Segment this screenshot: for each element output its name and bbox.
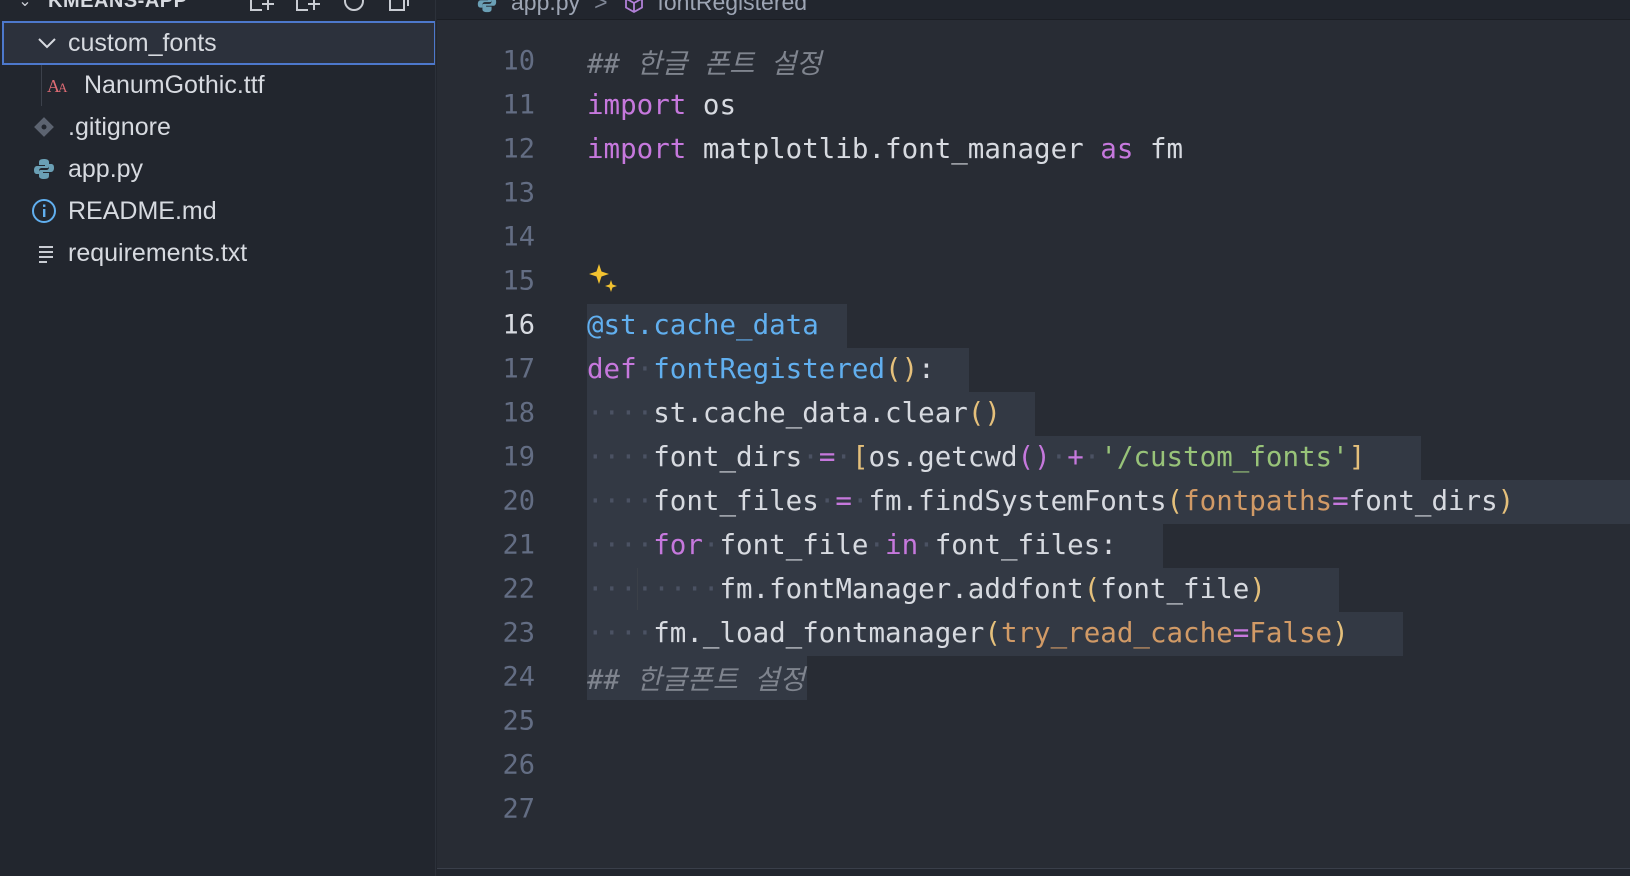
tree-item-label: README.md [68,196,217,225]
tree-item-nanumgothic[interactable]: AA NanumGothic.ttf [0,63,435,107]
code-line: 14 [437,214,1630,260]
code-line: 11 import os [437,82,1630,128]
explorer-sidebar: ⌄ KMEANS-APP custom_fonts AA NanumGothic… [0,0,436,876]
line-number: 13 [502,177,535,209]
collapse-all-icon[interactable] [386,0,414,12]
code-line: 18 ····st.cache_data.clear() [437,390,1630,436]
line-number: 15 [502,265,535,297]
line-number: 23 [502,617,535,649]
refresh-icon[interactable] [340,0,368,12]
line-number: 10 [502,45,535,77]
code-text: ····font_dirs·=·[os.getcwd()·+·'/custom_… [587,441,1366,473]
code-line: 16 @st.cache_data [437,302,1630,348]
breadcrumb: app.py > fontRegistered [437,0,1630,20]
line-number: 22 [502,573,535,605]
code-text: ········fm.fontManager.addfont(font_file… [587,573,1266,605]
code-line: 27 [437,786,1630,832]
git-icon [31,114,57,140]
breadcrumb-separator: > [594,0,608,15]
code-line: 17 def·fontRegistered(): [437,346,1630,392]
code-line: 26 [437,742,1630,788]
tree-item-label: app.py [68,154,144,183]
tree-item-label: .gitignore [68,112,171,141]
sparkle-icon[interactable] [587,262,619,294]
line-number: 27 [502,793,535,825]
tree-item-custom-fonts[interactable]: custom_fonts [2,21,435,65]
line-number: 25 [502,705,535,737]
code-text: import os [587,89,737,121]
code-line: 12 import matplotlib.font_manager as fm [437,126,1630,172]
tree-item-app-py[interactable]: app.py [0,147,435,191]
code-line: 15 [437,258,1630,304]
code-text: ····fm._load_fontmanager(try_read_cache=… [587,617,1349,649]
code-text: import matplotlib.font_manager as fm [587,133,1184,165]
explorer-actions [248,0,414,12]
new-file-icon[interactable] [248,0,276,12]
chevron-down-icon[interactable]: ⌄ [14,0,36,12]
line-number: 12 [502,133,535,165]
breadcrumb-file[interactable]: app.py [511,0,580,16]
python-icon [31,156,57,182]
tree-item-requirements[interactable]: requirements.txt [0,231,435,275]
code-line: 24 ## 한글폰트 설정 [437,654,1630,700]
line-number: 19 [502,441,535,473]
line-number: 20 [502,485,535,517]
code-text: ····for·font_file·in·font_files: [587,529,1117,561]
tree-item-gitignore[interactable]: .gitignore [0,105,435,149]
explorer-project-title[interactable]: KMEANS-APP [48,0,187,13]
breadcrumb-symbol[interactable]: fontRegistered [658,0,808,16]
code-text: ····font_files·=·fm.findSystemFonts(font… [587,485,1515,517]
chevron-down-icon[interactable] [34,30,60,56]
code-line: 10 ## 한글 폰트 설정 [437,38,1630,84]
tree-item-label: custom_fonts [68,28,217,57]
line-number: 14 [502,221,535,253]
indent-guide [637,568,638,610]
info-icon [31,198,57,224]
python-icon [475,0,499,14]
code-text: ····st.cache_data.clear() [587,397,1001,429]
code-line: 25 [437,698,1630,744]
code-line: 22 ········fm.fontManager.addfont(font_f… [437,566,1630,612]
code-text: def·fontRegistered(): [587,353,935,385]
line-number: 21 [502,529,535,561]
code-line: 19 ····font_dirs·=·[os.getcwd()·+·'/cust… [437,434,1630,480]
tree-item-label: requirements.txt [68,238,248,267]
code-line: 23 ····fm._load_fontmanager(try_read_cac… [437,610,1630,656]
explorer-header: ⌄ KMEANS-APP [0,0,435,18]
editor-bottom-border [437,868,1630,876]
line-number: 18 [502,397,535,429]
font-file-icon: AA [46,72,72,98]
code-text: ## 한글 폰트 설정 [587,48,822,80]
code-text: @st.cache_data [587,309,819,341]
line-number: 17 [502,353,535,385]
text-file-icon [33,240,59,266]
code-text: ## 한글폰트 설정 [587,664,806,696]
tree-item-readme[interactable]: README.md [0,189,435,233]
tree-item-label: NanumGothic.ttf [84,70,265,99]
code-line: 20 ····font_files·=·fm.findSystemFonts(f… [437,478,1630,524]
line-number: 24 [502,661,535,693]
code-line: 13 [437,170,1630,216]
code-line: 21 ····for·font_file·in·font_files: [437,522,1630,568]
code-editor[interactable]: 10 ## 한글 폰트 설정 11 import os 12 import ma… [437,20,1630,868]
line-number: 26 [502,749,535,781]
line-number: 16 [502,309,535,341]
new-folder-icon[interactable] [294,0,322,12]
line-number: 11 [502,89,535,121]
svg-text:A: A [58,80,68,95]
method-cube-icon [622,0,646,14]
